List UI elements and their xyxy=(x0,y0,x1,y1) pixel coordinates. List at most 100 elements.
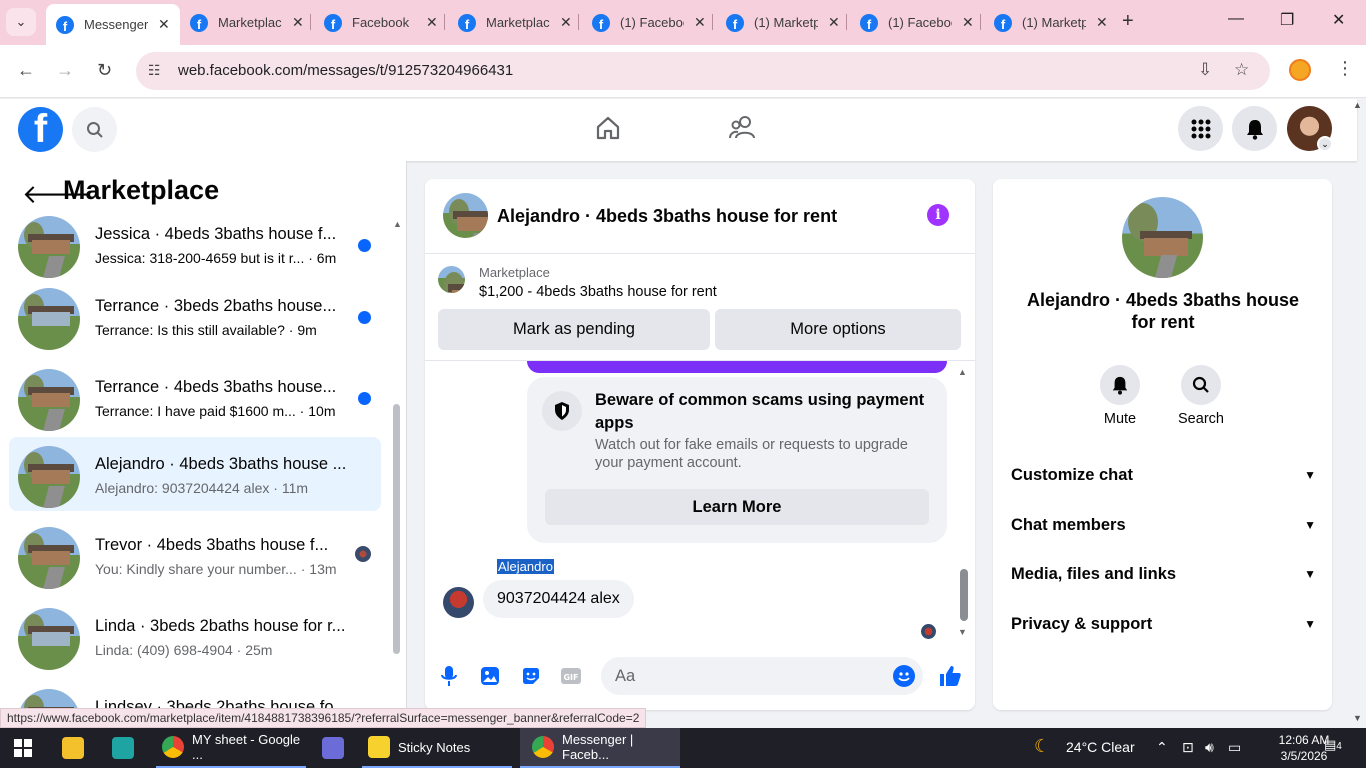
notifications-button[interactable] xyxy=(1232,106,1277,151)
thumbs-up-icon[interactable] xyxy=(937,663,963,689)
snipping-tool-icon[interactable] xyxy=(322,728,352,768)
conversation-item-selected[interactable]: Alejandro · 4beds 3baths house ... Aleja… xyxy=(9,437,381,511)
facebook-favicon-icon: f xyxy=(56,15,74,34)
info-icon[interactable]: i xyxy=(927,204,949,226)
tab-facebook[interactable]: f Facebook ✕ xyxy=(314,6,448,39)
back-arrow-icon[interactable]: ← xyxy=(17,60,35,81)
restore-window-icon[interactable]: ❐ xyxy=(1280,10,1294,30)
close-tab-icon[interactable]: ✕ xyxy=(962,14,974,31)
minimize-window-icon[interactable]: — xyxy=(1228,10,1244,28)
close-tab-icon[interactable]: ✕ xyxy=(828,14,840,31)
tab-search-button[interactable]: ⌄ xyxy=(6,8,36,36)
photo-icon[interactable] xyxy=(479,665,501,687)
close-tab-icon[interactable]: ✕ xyxy=(292,14,304,31)
message-input[interactable]: Aa xyxy=(601,657,923,695)
scroll-down-arrow[interactable]: ▼ xyxy=(958,627,967,637)
tab-marketplace-3[interactable]: f (1) Marketplace ✕ xyxy=(716,6,850,39)
sidebar-scrollbar[interactable] xyxy=(393,404,400,654)
chevron-up-icon[interactable]: ⌃ xyxy=(1156,739,1168,756)
tab-marketplace[interactable]: f Marketplace ✕ xyxy=(180,6,314,39)
app-s-icon[interactable] xyxy=(112,728,142,768)
url-text[interactable]: web.facebook.com/messages/t/912573204966… xyxy=(178,62,513,79)
search-label: Search xyxy=(1178,411,1224,427)
unread-dot xyxy=(358,239,371,252)
conversation-item[interactable]: Terrance · 4beds 3baths house... Terranc… xyxy=(9,360,381,434)
received-message-bubble[interactable]: 9037204424 alex xyxy=(483,580,634,618)
learn-more-button[interactable]: Learn More xyxy=(545,489,929,525)
conversation-name: Terrance · 3beds 2baths house... xyxy=(95,297,337,315)
device-icon[interactable]: ⊡ xyxy=(1182,739,1194,756)
tab-marketplace-4[interactable]: f (1) Marketplace ✕ xyxy=(984,6,1118,39)
sticker-icon[interactable] xyxy=(520,665,542,687)
conversation-preview: You: Kindly share your number... · 13m xyxy=(95,561,337,577)
more-options-button[interactable]: More options xyxy=(715,309,961,350)
close-tab-icon[interactable]: ✕ xyxy=(426,14,438,31)
mark-as-pending-button[interactable]: Mark as pending xyxy=(438,309,710,350)
close-tab-icon[interactable]: ✕ xyxy=(694,14,706,31)
emoji-icon[interactable] xyxy=(893,665,915,687)
conversation-item[interactable]: Trevor · 4beds 3baths house f... You: Ki… xyxy=(9,518,381,592)
microphone-icon[interactable] xyxy=(438,665,460,687)
unread-dot xyxy=(358,311,371,324)
conversation-item[interactable]: Linda · 3beds 2baths house for r... Lind… xyxy=(9,599,381,673)
scroll-up-arrow[interactable]: ▲ xyxy=(393,219,402,229)
home-icon[interactable] xyxy=(594,114,622,147)
tab-facebook-2[interactable]: f (1) Facebook ✕ xyxy=(582,6,716,39)
tab-title: Facebook xyxy=(352,15,410,30)
install-app-icon[interactable]: ⇩ xyxy=(1198,60,1212,80)
scroll-up-arrow[interactable]: ▲ xyxy=(958,367,967,377)
weather-moon-icon[interactable]: ☾ xyxy=(1034,736,1050,757)
chat-title[interactable]: Alejandro · 4beds 3baths house for rent xyxy=(497,206,837,227)
chevron-down-icon[interactable]: ⌄ xyxy=(1317,136,1333,152)
listing-summary[interactable]: $1,200 - 4beds 3baths house for rent xyxy=(479,284,717,300)
close-tab-icon[interactable]: ✕ xyxy=(1096,14,1108,31)
site-info-icon[interactable]: ☷ xyxy=(148,62,161,79)
network-icon[interactable]: ▭ xyxy=(1228,739,1241,756)
bookmark-star-icon[interactable]: ☆ xyxy=(1234,60,1249,80)
chat-members-section[interactable]: Chat members ▼ xyxy=(1011,507,1316,543)
conversation-item[interactable]: Terrance · 3beds 2baths house... Terranc… xyxy=(9,279,381,353)
mute-button[interactable] xyxy=(1100,365,1140,405)
taskbar-chrome-sheet[interactable]: MY sheet - Google ... xyxy=(156,728,306,768)
volume-icon[interactable]: 🔊︎ xyxy=(1205,739,1214,756)
close-window-icon[interactable]: ✕ xyxy=(1332,10,1345,30)
browser-menu-icon[interactable]: ⋮ xyxy=(1336,58,1354,79)
notifications-icon[interactable]: ▤4 xyxy=(1324,737,1342,753)
media-files-links-section[interactable]: Media, files and links ▼ xyxy=(1011,556,1316,592)
listing-thumbnail xyxy=(18,288,80,350)
search-conversation-button[interactable] xyxy=(1181,365,1221,405)
close-tab-icon[interactable]: ✕ xyxy=(560,14,572,31)
listing-thumbnail xyxy=(18,216,80,278)
customize-chat-section[interactable]: Customize chat ▼ xyxy=(1011,457,1316,493)
forward-arrow-icon[interactable]: → xyxy=(56,60,74,81)
page-scroll-up-arrow[interactable]: ▲ xyxy=(1353,100,1362,110)
chat-listing-thumbnail[interactable] xyxy=(443,193,488,238)
windows-start-icon[interactable] xyxy=(14,739,32,757)
file-explorer-icon[interactable] xyxy=(62,728,92,768)
gif-icon[interactable]: GIF xyxy=(560,665,582,687)
menu-button[interactable] xyxy=(1178,106,1223,151)
reload-icon[interactable]: ↻ xyxy=(97,60,112,81)
tab-separator xyxy=(712,14,713,30)
search-icon xyxy=(1192,376,1209,393)
page-scroll-down-arrow[interactable]: ▼ xyxy=(1353,713,1362,723)
extension-icon[interactable] xyxy=(1289,59,1311,81)
tab-marketplace-2[interactable]: f Marketplace ✕ xyxy=(448,6,582,39)
bell-icon xyxy=(1246,119,1263,140)
friends-icon[interactable] xyxy=(728,114,758,147)
new-tab-button[interactable]: + xyxy=(1122,10,1134,33)
sender-avatar[interactable] xyxy=(443,587,474,618)
close-tab-icon[interactable]: ✕ xyxy=(158,16,170,33)
address-bar[interactable]: ☷ web.facebook.com/messages/t/9125732049… xyxy=(136,52,1270,90)
message-input-placeholder: Aa xyxy=(615,667,636,685)
tab-facebook-3[interactable]: f (1) Facebook ✕ xyxy=(850,6,984,39)
facebook-logo-icon[interactable]: f xyxy=(18,107,63,152)
weather-text[interactable]: 24°C Clear xyxy=(1066,739,1135,755)
taskbar-sticky-notes[interactable]: Sticky Notes xyxy=(362,728,512,768)
search-button[interactable] xyxy=(72,107,117,152)
chat-scrollbar[interactable] xyxy=(960,569,968,621)
privacy-support-section[interactable]: Privacy & support ▼ xyxy=(1011,606,1316,642)
tab-messenger[interactable]: f Messenger ✕ xyxy=(46,4,180,45)
conversation-item[interactable]: Jessica · 4beds 3baths house f... Jessic… xyxy=(9,207,381,281)
taskbar-messenger[interactable]: Messenger | Faceb... xyxy=(520,728,680,768)
